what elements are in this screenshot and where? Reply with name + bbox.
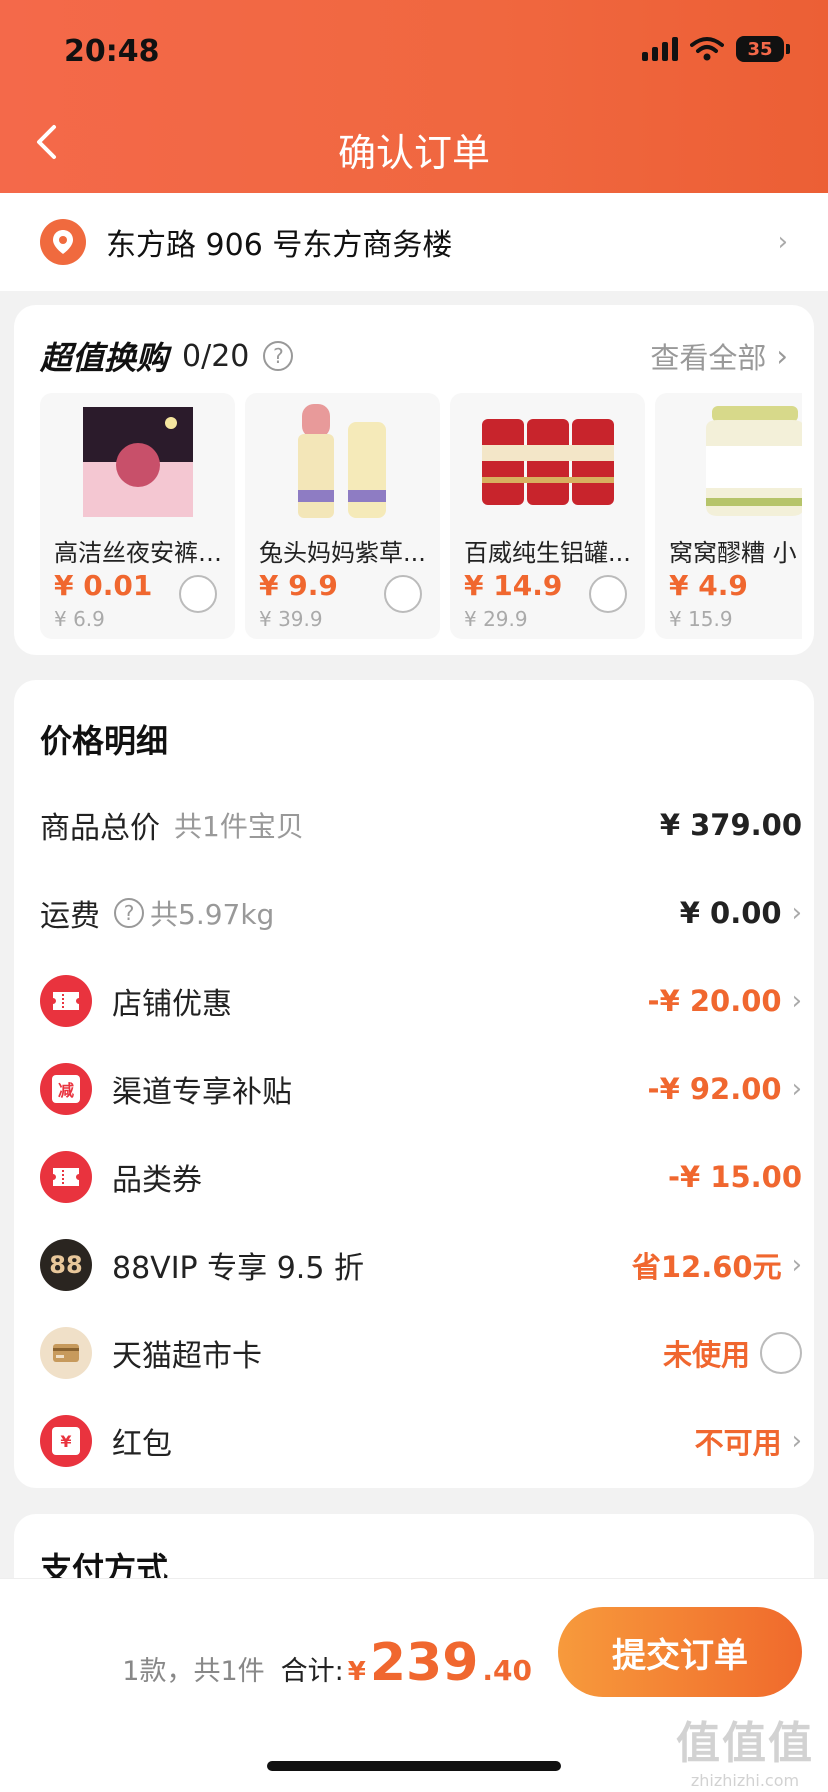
store-discount-row[interactable]: 店铺优惠 -¥ 20.00 › — [40, 971, 802, 1031]
price-detail-title: 价格明细 — [40, 722, 169, 760]
vip-value: 省12.60元 — [631, 1250, 782, 1284]
goods-total-sub: 共1件宝贝 — [174, 810, 304, 843]
product-select-radio[interactable] — [179, 575, 217, 613]
product-list: 高洁丝夜安裤 ... ¥ 0.01 ¥ 6.9 兔头妈妈紫草... ¥ 9.9 … — [40, 393, 802, 639]
vip-label: 88VIP 专享 9.5 折 — [112, 1251, 364, 1286]
battery-icon: 35 — [736, 36, 790, 62]
address-text: 东方路 906 号东方商务楼 — [106, 228, 453, 263]
shipping-label: 运费 — [40, 899, 100, 934]
subsidy-icon-text: 减 — [52, 1075, 80, 1103]
home-indicator[interactable] — [267, 1761, 561, 1771]
help-icon[interactable]: ? — [263, 341, 294, 371]
signal-icon — [642, 37, 678, 61]
goods-total-value: ¥ 379.00 — [659, 808, 802, 842]
product-image-jar — [673, 401, 802, 523]
order-summary: 1款，共1件 合计: ¥ 239 .40 — [122, 1633, 532, 1693]
product-price: ¥ 0.01 — [54, 569, 153, 602]
shipping-value: ¥ 0.00 — [679, 896, 782, 930]
bottom-bar: 1款，共1件 合计: ¥ 239 .40 提交订单 值值值 zhizhizhi.… — [0, 1578, 828, 1792]
location-pin-icon — [40, 219, 86, 265]
tmall-card-value: 未使用 — [662, 1338, 750, 1372]
subsidy-envelope-icon: 减 — [40, 1063, 92, 1115]
view-all-link[interactable]: 查看全部 › — [650, 335, 788, 377]
channel-subsidy-label: 渠道专享补贴 — [112, 1075, 292, 1110]
price-detail-card: 价格明细 商品总价 共1件宝贝 ¥ 379.00 运费 ? 共5.97kg ¥ … — [14, 680, 814, 1488]
product-price: ¥ 4.9 — [669, 569, 748, 602]
product-card[interactable]: 兔头妈妈紫草... ¥ 9.9 ¥ 39.9 — [245, 393, 440, 639]
watermark-text: zhizhizhi.com — [690, 1771, 800, 1790]
product-name: 高洁丝夜安裤 ... — [54, 539, 226, 567]
product-card[interactable]: 百威纯生铝罐... ¥ 14.9 ¥ 29.9 — [450, 393, 645, 639]
goods-total-label: 商品总价 — [40, 811, 160, 846]
exchange-header: 超值换购 0/20 ? — [40, 333, 294, 379]
goods-total-row: 商品总价 共1件宝贝 ¥ 379.00 — [40, 795, 802, 855]
store-discount-value: -¥ 20.00 — [647, 984, 782, 1018]
red-packet-icon: ¥ — [40, 1415, 92, 1467]
card-icon — [40, 1327, 92, 1379]
product-price: ¥ 14.9 — [464, 569, 563, 602]
category-coupon-label: 品类券 — [112, 1163, 202, 1198]
product-select-radio[interactable] — [589, 575, 627, 613]
category-coupon-row: 品类券 -¥ 15.00 — [40, 1147, 802, 1207]
status-time: 20:48 — [64, 34, 160, 69]
product-image-pad — [58, 401, 218, 523]
store-discount-label: 店铺优惠 — [112, 987, 232, 1022]
product-image-beer — [468, 401, 628, 523]
vip-row[interactable]: 88 88VIP 专享 9.5 折 省12.60元 › — [40, 1235, 802, 1295]
product-original-price: ¥ 6.9 — [54, 607, 105, 631]
total-label: 合计: — [280, 1656, 344, 1687]
red-packet-row[interactable]: ¥ 红包 不可用 › — [40, 1411, 802, 1471]
product-price: ¥ 9.9 — [259, 569, 338, 602]
chevron-right-icon: › — [791, 1074, 802, 1104]
chevron-right-icon: › — [791, 1426, 802, 1456]
red-packet-value: 不可用 — [694, 1426, 782, 1460]
shipping-row[interactable]: 运费 ? 共5.97kg ¥ 0.00 › — [40, 883, 802, 943]
product-name: 窝窝醪糟 小 — [669, 539, 797, 567]
exchange-title: 超值换购 — [40, 339, 169, 377]
product-image-lipbalm — [263, 401, 423, 523]
product-name: 兔头妈妈紫草... — [259, 539, 426, 567]
channel-subsidy-row[interactable]: 减 渠道专享补贴 -¥ 92.00 › — [40, 1059, 802, 1119]
status-icons: 35 — [642, 36, 790, 62]
vip-88-icon: 88 — [40, 1239, 92, 1291]
red-packet-label: 红包 — [112, 1427, 172, 1462]
shipping-sub-wrap: ? 共5.97kg — [114, 893, 274, 933]
product-original-price: ¥ 29.9 — [464, 607, 528, 631]
total-currency: ¥ — [347, 1657, 366, 1687]
page-title: 确认订单 — [337, 131, 490, 175]
product-original-price: ¥ 39.9 — [259, 607, 323, 631]
channel-subsidy-value: -¥ 92.00 — [647, 1072, 782, 1106]
tmall-card-radio[interactable] — [760, 1332, 802, 1374]
wifi-icon — [690, 37, 724, 61]
chevron-right-icon: › — [777, 227, 788, 257]
help-icon[interactable]: ? — [114, 898, 144, 928]
product-card[interactable]: 高洁丝夜安裤 ... ¥ 0.01 ¥ 6.9 — [40, 393, 235, 639]
tmall-card-row[interactable]: 天猫超市卡 未使用 — [40, 1323, 802, 1383]
coupon-ticket-icon — [40, 975, 92, 1027]
product-select-radio[interactable] — [384, 575, 422, 613]
address-bar[interactable]: 东方路 906 号东方商务楼 › — [0, 193, 828, 291]
exchange-count: 0/20 — [182, 338, 250, 374]
item-count: 1款，共1件 — [122, 1656, 265, 1687]
header: 20:48 35 确认订单 — [0, 0, 828, 193]
chevron-right-icon: › — [791, 898, 802, 928]
coupon-ticket-icon — [40, 1151, 92, 1203]
chevron-right-icon: › — [791, 1250, 802, 1280]
product-name: 百威纯生铝罐... — [464, 539, 631, 567]
total-decimal: .40 — [482, 1654, 532, 1687]
view-all-label: 查看全部 — [650, 341, 767, 375]
product-card[interactable]: 窝窝醪糟 小 ¥ 4.9 ¥ 15.9 — [655, 393, 802, 639]
shipping-sub: 共5.97kg — [150, 898, 275, 931]
tmall-card-label: 天猫超市卡 — [112, 1339, 262, 1374]
submit-order-button[interactable]: 提交订单 — [558, 1607, 802, 1697]
chevron-right-icon: › — [776, 339, 788, 373]
watermark-logo: 值值值 — [676, 1718, 814, 1769]
exchange-card: 超值换购 0/20 ? 查看全部 › 高洁丝夜安裤 ... ¥ 0.01 ¥ 6… — [14, 305, 814, 655]
category-coupon-value: -¥ 15.00 — [667, 1160, 802, 1194]
total-integer: 239 — [369, 1633, 479, 1693]
watermark: 值值值 zhizhizhi.com — [676, 1707, 814, 1790]
chevron-right-icon: › — [791, 986, 802, 1016]
product-original-price: ¥ 15.9 — [669, 607, 733, 631]
red-packet-icon-text: ¥ — [52, 1427, 80, 1455]
